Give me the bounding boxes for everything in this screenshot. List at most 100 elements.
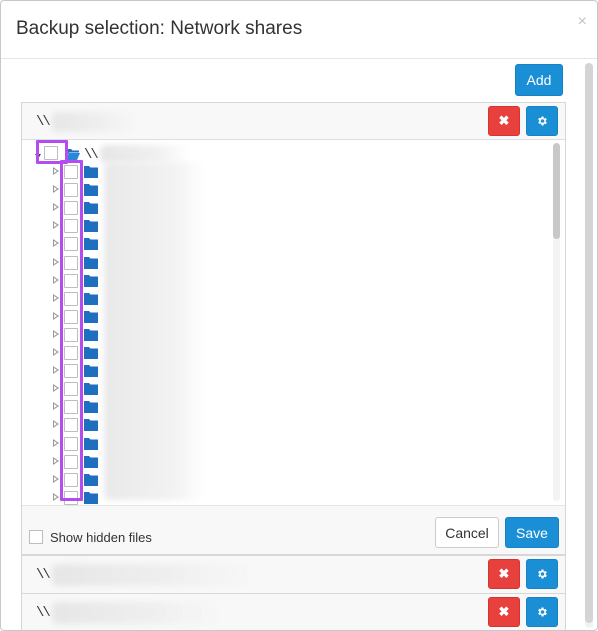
folder-icon	[84, 365, 98, 378]
expand-arrow-icon[interactable]	[53, 293, 59, 302]
cancel-button[interactable]: Cancel	[435, 517, 499, 548]
folder-checkbox[interactable]	[64, 436, 78, 451]
folder-checkbox[interactable]	[64, 201, 78, 216]
collapse-arrow-icon[interactable]	[35, 154, 41, 159]
tree-folder-row	[22, 380, 542, 398]
tree-footer: Show hidden files Cancel Save	[22, 506, 565, 554]
expand-arrow-icon[interactable]	[53, 203, 59, 212]
dialog-header: Backup selection: Network shares ×	[1, 1, 597, 59]
tree-folder-row	[22, 254, 542, 272]
folder-checkbox[interactable]	[64, 327, 78, 342]
tree-folder-row	[22, 235, 542, 253]
expand-arrow-icon[interactable]	[53, 474, 59, 483]
add-share-button[interactable]: Add	[515, 64, 563, 96]
folder-icon	[84, 220, 98, 233]
redacted-root-name	[100, 145, 190, 163]
folder-icon	[84, 184, 98, 197]
folder-icon	[84, 256, 98, 269]
root-checkbox[interactable]	[44, 146, 58, 160]
dialog-scrollbar[interactable]	[585, 63, 593, 628]
folder-checkbox[interactable]	[64, 291, 78, 306]
folder-icon	[84, 166, 98, 178]
gear-icon	[538, 607, 547, 617]
folder-icon	[84, 328, 98, 341]
share-panel-header: \\ ✖	[22, 594, 565, 630]
root-path: \\	[84, 147, 99, 163]
redacted-share-name	[52, 112, 137, 132]
share-settings-button[interactable]	[526, 597, 558, 627]
expand-arrow-icon[interactable]	[53, 348, 59, 356]
delete-share-button[interactable]: ✖	[488, 559, 520, 589]
share-panel-header: \\ ✖	[22, 556, 565, 593]
folder-checkbox[interactable]	[64, 346, 78, 360]
tree-folder-row	[22, 290, 542, 308]
show-hidden-files-label: Show hidden files	[50, 530, 152, 545]
tree-folder-row	[22, 199, 542, 217]
share-path: \\	[36, 605, 51, 621]
tree-folder-row	[22, 489, 542, 505]
folder-checkbox[interactable]	[64, 309, 78, 324]
folder-icon	[84, 347, 98, 359]
folder-checkbox[interactable]	[64, 472, 78, 487]
expand-arrow-icon[interactable]	[53, 311, 59, 320]
folder-icon	[84, 274, 98, 287]
tree-folder-row	[22, 471, 542, 489]
save-button[interactable]: Save	[505, 517, 559, 548]
expand-arrow-icon[interactable]	[53, 438, 59, 447]
tree-folder-row	[22, 272, 542, 290]
delete-share-button[interactable]: ✖	[488, 597, 520, 627]
expand-arrow-icon[interactable]	[53, 384, 59, 393]
folder-checkbox[interactable]	[64, 255, 78, 270]
expand-arrow-icon[interactable]	[53, 167, 59, 175]
delete-share-button[interactable]: ✖	[488, 106, 520, 136]
folder-checkbox[interactable]	[64, 364, 78, 379]
show-hidden-files-checkbox[interactable]	[29, 530, 43, 544]
share-settings-button[interactable]	[526, 559, 558, 589]
backup-selection-dialog: Backup selection: Network shares × Add \…	[0, 0, 598, 631]
folder-checkbox[interactable]	[64, 490, 78, 505]
expand-arrow-icon[interactable]	[53, 257, 59, 266]
tree-folder-row	[22, 344, 542, 362]
expand-arrow-icon[interactable]	[53, 239, 59, 248]
share-settings-button[interactable]	[526, 106, 558, 136]
tree-folder-row	[22, 181, 542, 199]
folder-tree: \\	[22, 140, 565, 506]
tree-folder-row	[22, 362, 542, 380]
expand-arrow-icon[interactable]	[53, 221, 59, 230]
expand-arrow-icon[interactable]	[53, 366, 59, 375]
expand-arrow-icon[interactable]	[53, 402, 59, 411]
redacted-share-name	[52, 564, 252, 586]
folder-checkbox[interactable]	[64, 382, 78, 397]
tree-folder-row	[22, 217, 542, 235]
expand-arrow-icon[interactable]	[53, 492, 59, 501]
folder-icon	[84, 383, 98, 396]
folder-checkbox[interactable]	[64, 418, 78, 433]
expand-arrow-icon[interactable]	[53, 185, 59, 194]
expand-arrow-icon[interactable]	[53, 420, 59, 429]
folder-icon	[84, 310, 98, 323]
folder-open-icon	[66, 149, 80, 160]
expand-arrow-icon[interactable]	[53, 275, 59, 284]
folder-icon	[84, 473, 98, 486]
folder-icon	[84, 455, 98, 468]
share-path: \\	[36, 114, 51, 130]
gear-icon	[538, 569, 547, 579]
expand-arrow-icon[interactable]	[53, 329, 59, 338]
expand-arrow-icon[interactable]	[53, 456, 59, 465]
folder-checkbox[interactable]	[64, 273, 78, 288]
share-panel-3: \\ ✖	[21, 593, 566, 630]
close-icon[interactable]: ×	[578, 14, 587, 30]
folder-checkbox[interactable]	[64, 454, 78, 469]
tree-folder-row	[22, 308, 542, 326]
folder-checkbox[interactable]	[64, 237, 78, 252]
folder-checkbox[interactable]	[64, 219, 78, 234]
folder-checkbox[interactable]	[64, 183, 78, 198]
tree-root-row: \\	[22, 145, 542, 163]
tree-folder-row	[22, 326, 542, 344]
tree-scrollbar[interactable]	[553, 143, 560, 501]
folder-checkbox[interactable]	[64, 400, 78, 415]
folder-icon	[84, 292, 98, 305]
folder-checkbox[interactable]	[64, 165, 78, 179]
folder-icon	[84, 491, 98, 504]
gear-icon	[538, 116, 547, 126]
